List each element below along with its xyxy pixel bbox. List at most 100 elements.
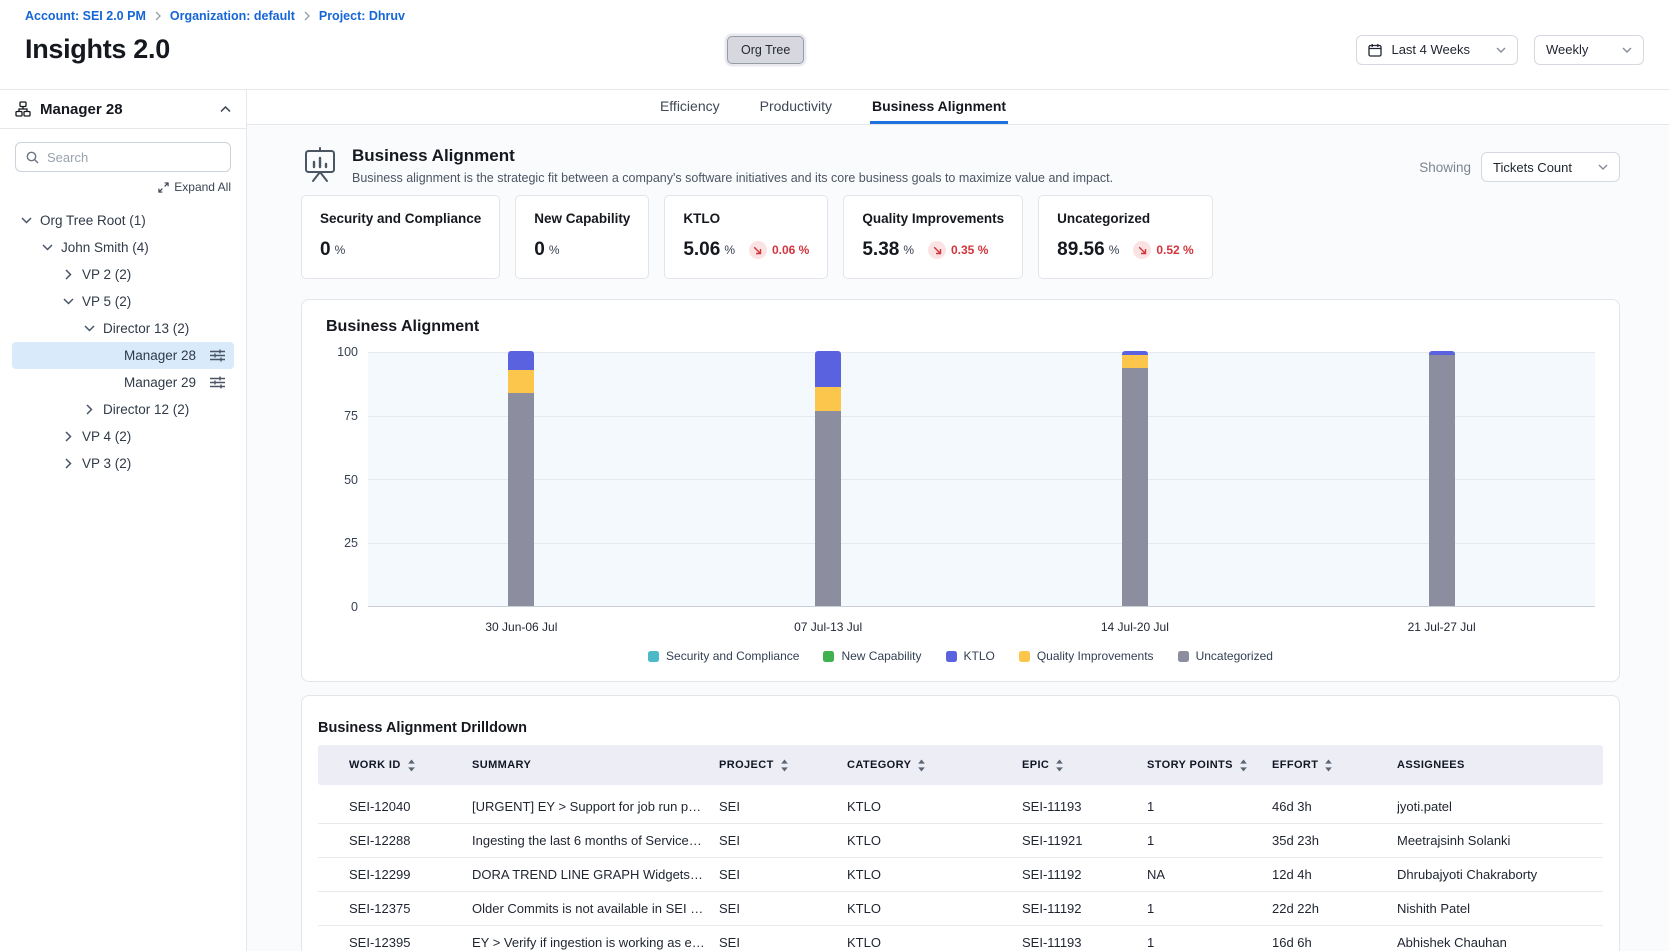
chevron-right-icon xyxy=(155,11,161,21)
bar-segment-quality-improvements[interactable] xyxy=(508,370,534,393)
table-row[interactable]: SEI-12299DORA TREND LINE GRAPH Widgets i… xyxy=(318,858,1603,892)
bar-segment-quality-improvements[interactable] xyxy=(1122,355,1148,368)
bar-segment-uncategorized[interactable] xyxy=(1429,355,1455,606)
tab-efficiency[interactable]: Efficiency xyxy=(658,90,722,124)
kpi-unit: % xyxy=(1109,243,1120,257)
column-header-effort[interactable]: EFFORT xyxy=(1272,759,1397,772)
chevron-down-icon xyxy=(1496,47,1506,53)
stacked-bar[interactable] xyxy=(508,351,534,606)
org-tree-button[interactable]: Org Tree xyxy=(727,36,804,64)
sort-icon[interactable] xyxy=(917,759,926,772)
filter-sliders-icon[interactable] xyxy=(210,349,225,362)
kpi-value-row: 0% xyxy=(534,239,630,261)
table-cell: SEI xyxy=(719,867,847,882)
chevron-right-icon[interactable] xyxy=(61,269,75,280)
kpi-title: KTLO xyxy=(683,211,809,226)
chevron-down-icon[interactable] xyxy=(82,325,96,332)
section-header: Business Alignment Business alignment is… xyxy=(247,125,1669,188)
bar-segment-ktlo[interactable] xyxy=(815,351,841,387)
stacked-bar[interactable] xyxy=(1122,351,1148,606)
tree-item[interactable]: VP 3 (2) xyxy=(12,450,234,477)
tree-item[interactable]: VP 4 (2) xyxy=(12,423,234,450)
sort-icon[interactable] xyxy=(1055,759,1064,772)
column-header-work-id[interactable]: WORK ID xyxy=(349,759,472,772)
tree-item-label: Director 12 (2) xyxy=(103,402,189,417)
tree-item[interactable]: Manager 28 xyxy=(12,342,234,369)
table-cell: Meetrajsinh Solanki xyxy=(1397,833,1603,848)
tree-item[interactable]: Director 13 (2) xyxy=(12,315,234,342)
chevron-down-icon[interactable] xyxy=(19,217,33,224)
chevron-right-icon[interactable] xyxy=(61,458,75,469)
tab-productivity[interactable]: Productivity xyxy=(758,90,834,124)
tree-item[interactable]: John Smith (4) xyxy=(12,234,234,261)
tree-item[interactable]: Manager 29 xyxy=(12,369,234,396)
sort-icon[interactable] xyxy=(1239,759,1248,772)
stacked-bar[interactable] xyxy=(815,351,841,606)
section-description: Business alignment is the strategic fit … xyxy=(352,171,1113,185)
sidebar-title: Manager 28 xyxy=(40,101,211,118)
kpi-value: 5.06 xyxy=(683,239,720,261)
showing-select[interactable]: Tickets Count xyxy=(1481,152,1620,182)
legend-swatch xyxy=(1178,651,1189,662)
table-cell: SEI-11921 xyxy=(1022,833,1147,848)
bar-segment-quality-improvements[interactable] xyxy=(815,387,841,411)
column-header-epic[interactable]: EPIC xyxy=(1022,759,1147,772)
legend-swatch xyxy=(1019,651,1030,662)
search-input[interactable] xyxy=(47,150,220,165)
sort-icon[interactable] xyxy=(407,759,416,772)
search-icon xyxy=(26,151,39,164)
breadcrumb-link[interactable]: Account: SEI 2.0 PM xyxy=(25,9,146,23)
tree-item[interactable]: Director 12 (2) xyxy=(12,396,234,423)
breadcrumb-link[interactable]: Organization: default xyxy=(170,9,295,23)
breadcrumb-link[interactable]: Project: Dhruv xyxy=(319,9,405,23)
x-axis: 30 Jun-06 Jul07 Jul-13 Jul14 Jul-20 Jul2… xyxy=(368,607,1595,641)
bar-segment-uncategorized[interactable] xyxy=(815,411,841,606)
table-row[interactable]: SEI-12040[URGENT] EY > Support for job r… xyxy=(318,790,1603,824)
tree-item[interactable]: Org Tree Root (1) xyxy=(12,207,234,234)
bar-segment-uncategorized[interactable] xyxy=(1122,368,1148,606)
kpi-unit: % xyxy=(335,243,346,257)
title-row: Insights 2.0 Last 4 Weeks Weekly xyxy=(25,34,1644,65)
gridline xyxy=(368,416,1595,417)
drilldown-table: WORK IDSUMMARY PROJECTCATEGORYEPICSTORY P… xyxy=(318,745,1603,951)
column-header-project[interactable]: PROJECT xyxy=(719,759,847,772)
chart-card: Business Alignment 0255075100 30 Jun-06 … xyxy=(301,299,1620,682)
bar-segment-uncategorized[interactable] xyxy=(508,393,534,606)
tab-business-alignment[interactable]: Business Alignment xyxy=(870,90,1008,124)
expand-all-label: Expand All xyxy=(174,180,231,194)
tree-item[interactable]: VP 2 (2) xyxy=(12,261,234,288)
date-range-select[interactable]: Last 4 Weeks xyxy=(1356,35,1518,65)
kpi-card: Uncategorized89.56%0.52 % xyxy=(1038,195,1213,279)
collapse-sidebar-chevron-up-icon[interactable] xyxy=(220,106,231,113)
table-cell: KTLO xyxy=(847,901,1022,916)
bar-segment-ktlo[interactable] xyxy=(508,351,534,370)
trend-down-icon xyxy=(928,241,946,259)
chevron-right-icon[interactable] xyxy=(82,404,96,415)
tree-item[interactable]: VP 5 (2) xyxy=(12,288,234,315)
sort-icon[interactable] xyxy=(1324,759,1333,772)
column-header-label: SUMMARY xyxy=(472,759,531,771)
kpi-value: 89.56 xyxy=(1057,239,1105,261)
kpi-value: 0 xyxy=(320,239,331,261)
granularity-select[interactable]: Weekly xyxy=(1534,35,1644,65)
table-row[interactable]: SEI-12288Ingesting the last 6 months of … xyxy=(318,824,1603,858)
table-row[interactable]: SEI-12395EY > Verify if ingestion is wor… xyxy=(318,926,1603,951)
column-header-category[interactable]: CATEGORY xyxy=(847,759,1022,772)
presentation-chart-icon xyxy=(301,147,339,188)
table-cell: KTLO xyxy=(847,867,1022,882)
expand-icon xyxy=(158,182,169,193)
chevron-right-icon[interactable] xyxy=(61,431,75,442)
stacked-bar[interactable] xyxy=(1429,351,1455,606)
column-header-story-points[interactable]: STORY POINTS xyxy=(1147,759,1272,772)
sort-icon[interactable] xyxy=(780,759,789,772)
kpi-value: 0 xyxy=(534,239,545,261)
table-row[interactable]: SEI-12375Older Commits is not available … xyxy=(318,892,1603,926)
kpi-row: Security and Compliance0%New Capability0… xyxy=(247,188,1669,279)
tree-item-label: Director 13 (2) xyxy=(103,321,189,336)
chevron-down-icon[interactable] xyxy=(40,244,54,251)
filter-sliders-icon[interactable] xyxy=(210,376,225,389)
chevron-down-icon[interactable] xyxy=(61,298,75,305)
gridline xyxy=(368,352,1595,353)
expand-all-link[interactable]: Expand All xyxy=(158,180,231,194)
top-bar: Account: SEI 2.0 PM Organization: default… xyxy=(0,0,1669,89)
